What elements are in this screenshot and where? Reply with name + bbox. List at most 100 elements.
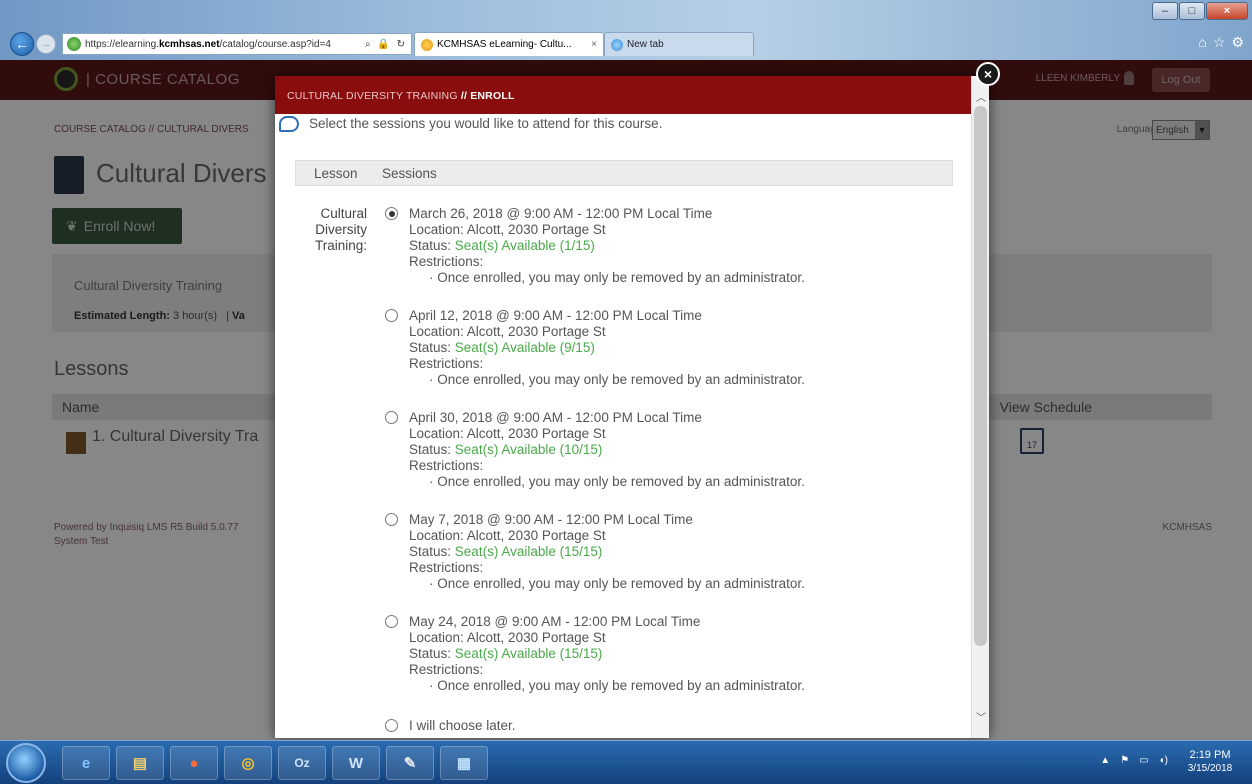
column-sessions: Sessions	[382, 166, 437, 181]
clock-date[interactable]: 3/15/2018	[1180, 763, 1240, 774]
flag-icon[interactable]: ⚑	[1120, 755, 1129, 766]
session-radio[interactable]	[385, 513, 398, 526]
browser-tools: ⌂ ☆ ⚙	[1198, 34, 1244, 51]
chevron-up-icon[interactable]: ▲	[1100, 755, 1110, 766]
session-location: Location: Alcott, 2030 Portage St	[409, 630, 606, 645]
restrictions-label: Restrictions:	[409, 356, 484, 371]
session-status: Status: Seat(s) Available (9/15)	[409, 340, 909, 356]
taskbar-app-ie[interactable]: e	[62, 746, 110, 780]
session-status: Status: Seat(s) Available (15/15)	[409, 544, 909, 560]
start-button[interactable]	[6, 743, 46, 783]
address-bar-actions[interactable]: ⌕ 🔒 ↻	[365, 39, 411, 50]
close-icon: ×	[983, 66, 993, 82]
close-modal-button[interactable]: ×	[976, 62, 1000, 86]
system-tray: ▲ ⚑ ▭ ◖)	[1100, 755, 1168, 766]
scrollbar-thumb[interactable]	[974, 106, 987, 646]
modal-body: Select the sessions you would like to at…	[275, 114, 971, 738]
status-value: Seat(s) Available (9/15)	[454, 340, 595, 355]
back-button[interactable]: ←	[10, 32, 34, 56]
url-prefix: https://elearning.	[85, 38, 159, 50]
status-label: Status:	[409, 238, 452, 253]
session-radio[interactable]	[385, 309, 398, 322]
site-icon	[67, 37, 81, 51]
restriction-item: · Once enrolled, you may only be removed…	[429, 474, 805, 489]
session-radio[interactable]	[385, 615, 398, 628]
status-value: Seat(s) Available (10/15)	[454, 442, 603, 457]
column-lesson: Lesson	[314, 166, 358, 181]
tab-kcmhsas[interactable]: KCMHSAS eLearning- Cultu... ×	[414, 32, 604, 56]
status-value: Seat(s) Available (15/15)	[454, 544, 603, 559]
taskbar: e ▤ ● ◎ Oz W ✎ ▦ ▲ ⚑ ▭ ◖) 2:19 PM 3/15/2…	[0, 740, 1252, 784]
forward-button[interactable]: →	[36, 34, 56, 54]
lock-icon: 🔒	[377, 38, 392, 50]
chevron-up-icon[interactable]: ︿	[972, 88, 989, 104]
refresh-icon[interactable]: ↻	[397, 39, 407, 50]
session-details: April 30, 2018 @ 9:00 AM - 12:00 PM Loca…	[409, 410, 909, 490]
chevron-down-icon[interactable]: ﹀	[972, 708, 989, 724]
session-location: Location: Alcott, 2030 Portage St	[409, 528, 606, 543]
session-status: Status: Seat(s) Available (10/15)	[409, 442, 909, 458]
clock-time[interactable]: 2:19 PM	[1180, 749, 1240, 761]
speech-bubble-icon	[279, 116, 299, 132]
status-label: Status:	[409, 442, 452, 457]
session-details: March 26, 2018 @ 9:00 AM - 12:00 PM Loca…	[409, 206, 909, 286]
minimize-button[interactable]: –	[1152, 2, 1178, 20]
speaker-icon[interactable]: ◖)	[1159, 755, 1168, 766]
close-window-button[interactable]: ×	[1206, 2, 1248, 20]
close-tab-icon[interactable]: ×	[591, 39, 597, 50]
arrow-right-icon: →	[40, 38, 52, 50]
session-radio[interactable]	[385, 207, 398, 220]
taskbar-app-media[interactable]: ●	[170, 746, 218, 780]
status-label: Status:	[409, 544, 452, 559]
taskbar-app-chrome[interactable]: ◎	[224, 746, 272, 780]
browser-chrome: – □ × ← → https://elearning. kcmhsas.net /…	[0, 0, 1252, 60]
restrictions-label: Restrictions:	[409, 560, 484, 575]
modal-title-action: // ENROLL	[460, 90, 515, 102]
session-details: April 12, 2018 @ 9:00 AM - 12:00 PM Loca…	[409, 308, 909, 388]
session-location: Location: Alcott, 2030 Portage St	[409, 426, 606, 441]
tab-new[interactable]: New tab	[604, 32, 754, 56]
taskbar-app-paint[interactable]: ✎	[386, 746, 434, 780]
restriction-item: · Once enrolled, you may only be removed…	[429, 576, 805, 591]
session-status: Status: Seat(s) Available (15/15)	[409, 646, 909, 662]
modal-scrollbar[interactable]: ︿ ﹀	[971, 76, 989, 738]
restrictions-label: Restrictions:	[409, 458, 484, 473]
session-datetime: April 12, 2018 @ 9:00 AM - 12:00 PM Loca…	[409, 308, 702, 323]
restriction-item: · Once enrolled, you may only be removed…	[429, 678, 805, 693]
modal-title: CULTURAL DIVERSITY TRAINING // ENROLL	[287, 90, 515, 102]
choose-later-label: I will choose later.	[409, 718, 516, 733]
search-icon[interactable]: ⌕	[365, 39, 373, 50]
taskbar-app-window[interactable]: ▦	[440, 746, 488, 780]
session-datetime: March 26, 2018 @ 9:00 AM - 12:00 PM Loca…	[409, 206, 713, 221]
maximize-button[interactable]: □	[1179, 2, 1205, 20]
window-controls: – □ ×	[1151, 2, 1248, 20]
taskbar-app-explorer[interactable]: ▤	[116, 746, 164, 780]
choose-later-radio[interactable]	[385, 719, 398, 732]
status-value: Seat(s) Available (1/15)	[454, 238, 595, 253]
navigation-row: ← → https://elearning. kcmhsas.net/catalo…	[0, 28, 1252, 60]
home-icon[interactable]: ⌂	[1198, 34, 1206, 51]
gear-icon[interactable]: ⚙	[1231, 34, 1244, 51]
status-label: Status:	[409, 646, 452, 661]
taskbar-app-outlook[interactable]: Oz	[278, 746, 326, 780]
restrictions-label: Restrictions:	[409, 254, 484, 269]
restriction-item: · Once enrolled, you may only be removed…	[429, 270, 805, 285]
url-path: /catalog/course.asp?id=4	[219, 38, 331, 50]
instructions-text: Select the sessions you would like to at…	[309, 116, 663, 131]
tab-label: KCMHSAS eLearning- Cultu...	[437, 39, 572, 50]
modal-title-course: CULTURAL DIVERSITY TRAINING	[287, 90, 458, 102]
taskbar-app-word[interactable]: W	[332, 746, 380, 780]
session-details: May 7, 2018 @ 9:00 AM - 12:00 PM Local T…	[409, 512, 909, 592]
lesson-label: Cultural Diversity Training:	[314, 206, 367, 253]
ie-page-icon	[421, 38, 433, 51]
session-status: Status: Seat(s) Available (1/15)	[409, 238, 909, 254]
session-location: Location: Alcott, 2030 Portage St	[409, 222, 606, 237]
sessions-table-header: Lesson Sessions	[295, 160, 953, 186]
modal-header: CULTURAL DIVERSITY TRAINING // ENROLL	[275, 76, 989, 114]
session-location: Location: Alcott, 2030 Portage St	[409, 324, 606, 339]
session-radio[interactable]	[385, 411, 398, 424]
star-icon[interactable]: ☆	[1213, 34, 1226, 51]
address-bar[interactable]: https://elearning. kcmhsas.net/catalog/co…	[62, 33, 412, 55]
status-value: Seat(s) Available (15/15)	[454, 646, 603, 661]
network-icon[interactable]: ▭	[1139, 755, 1148, 766]
